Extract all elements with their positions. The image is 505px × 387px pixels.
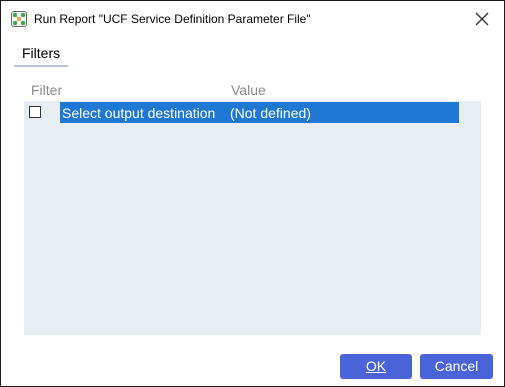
report-dialog: Run Report "UCF Service Definition Param… — [0, 0, 505, 387]
close-icon — [475, 12, 489, 26]
filter-grid: Select output destination (Not defined) — [24, 101, 481, 335]
cancel-button-label: Cancel — [434, 358, 479, 374]
ok-button-label: OK — [365, 358, 387, 374]
cell-filter-value[interactable]: (Not defined) — [230, 105, 311, 121]
row-checkbox[interactable] — [29, 106, 41, 118]
title-bar: Run Report "UCF Service Definition Param… — [1, 1, 504, 37]
cancel-button[interactable]: Cancel — [420, 354, 493, 379]
cell-filter-name: Select output destination — [62, 105, 216, 121]
tab-filters[interactable]: Filters — [14, 43, 68, 67]
column-header-filter: Filter — [31, 82, 63, 98]
app-grid-icon — [11, 11, 27, 27]
table-row[interactable]: Select output destination (Not defined) — [24, 101, 481, 123]
tab-filters-label: Filters — [22, 45, 61, 61]
ok-button[interactable]: OK — [340, 354, 412, 379]
column-header-value: Value — [231, 82, 266, 98]
window-title: Run Report "UCF Service Definition Param… — [34, 12, 311, 26]
close-button[interactable] — [469, 7, 495, 31]
